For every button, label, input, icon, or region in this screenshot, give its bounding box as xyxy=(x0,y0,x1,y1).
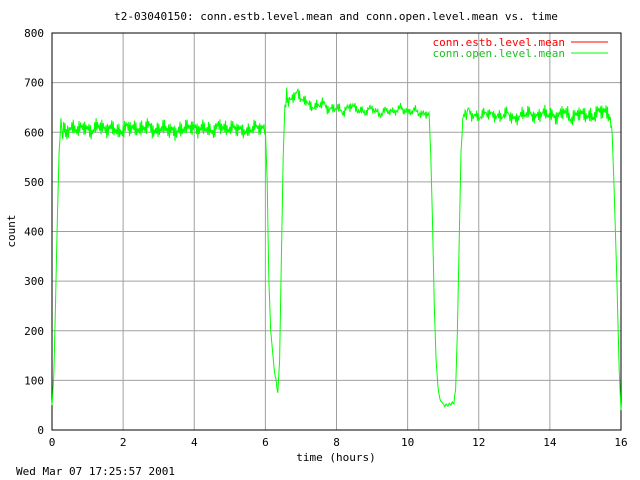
x-tick-label: 12 xyxy=(472,436,485,449)
y-tick-label: 400 xyxy=(24,226,44,239)
x-tick-label: 0 xyxy=(49,436,56,449)
x-tick-labels: 0 2 4 6 8 10 12 14 16 xyxy=(49,436,628,449)
x-tick-label: 16 xyxy=(614,436,627,449)
y-tick-label: 600 xyxy=(24,126,44,139)
timestamp-footer: Wed Mar 07 17:25:57 2001 xyxy=(16,465,175,478)
x-axis-label: time (hours) xyxy=(296,451,375,464)
y-axis-label: count xyxy=(5,214,18,247)
y-tick-label: 500 xyxy=(24,176,44,189)
y-tick-label: 800 xyxy=(24,27,44,40)
y-tick-label: 300 xyxy=(24,275,44,288)
legend-label: conn.open.level.mean xyxy=(433,47,565,60)
line-chart: t2-03040150: conn.estb.level.mean and co… xyxy=(5,10,628,464)
y-tick-label: 200 xyxy=(24,325,44,338)
y-tick-labels: 0 100 200 300 400 500 600 700 800 xyxy=(24,27,44,437)
x-tick-label: 8 xyxy=(333,436,340,449)
grid xyxy=(52,33,621,430)
y-tick-label: 0 xyxy=(37,424,44,437)
x-tick-label: 6 xyxy=(262,436,269,449)
chart-title: t2-03040150: conn.estb.level.mean and co… xyxy=(114,10,558,23)
x-tick-label: 4 xyxy=(191,436,198,449)
x-tick-label: 10 xyxy=(401,436,414,449)
x-tick-label: 2 xyxy=(120,436,127,449)
x-tick-label: 14 xyxy=(543,436,557,449)
legend: conn.estb.level.meanconn.open.level.mean xyxy=(433,36,608,60)
y-tick-label: 100 xyxy=(24,374,44,387)
y-tick-label: 700 xyxy=(24,77,44,90)
